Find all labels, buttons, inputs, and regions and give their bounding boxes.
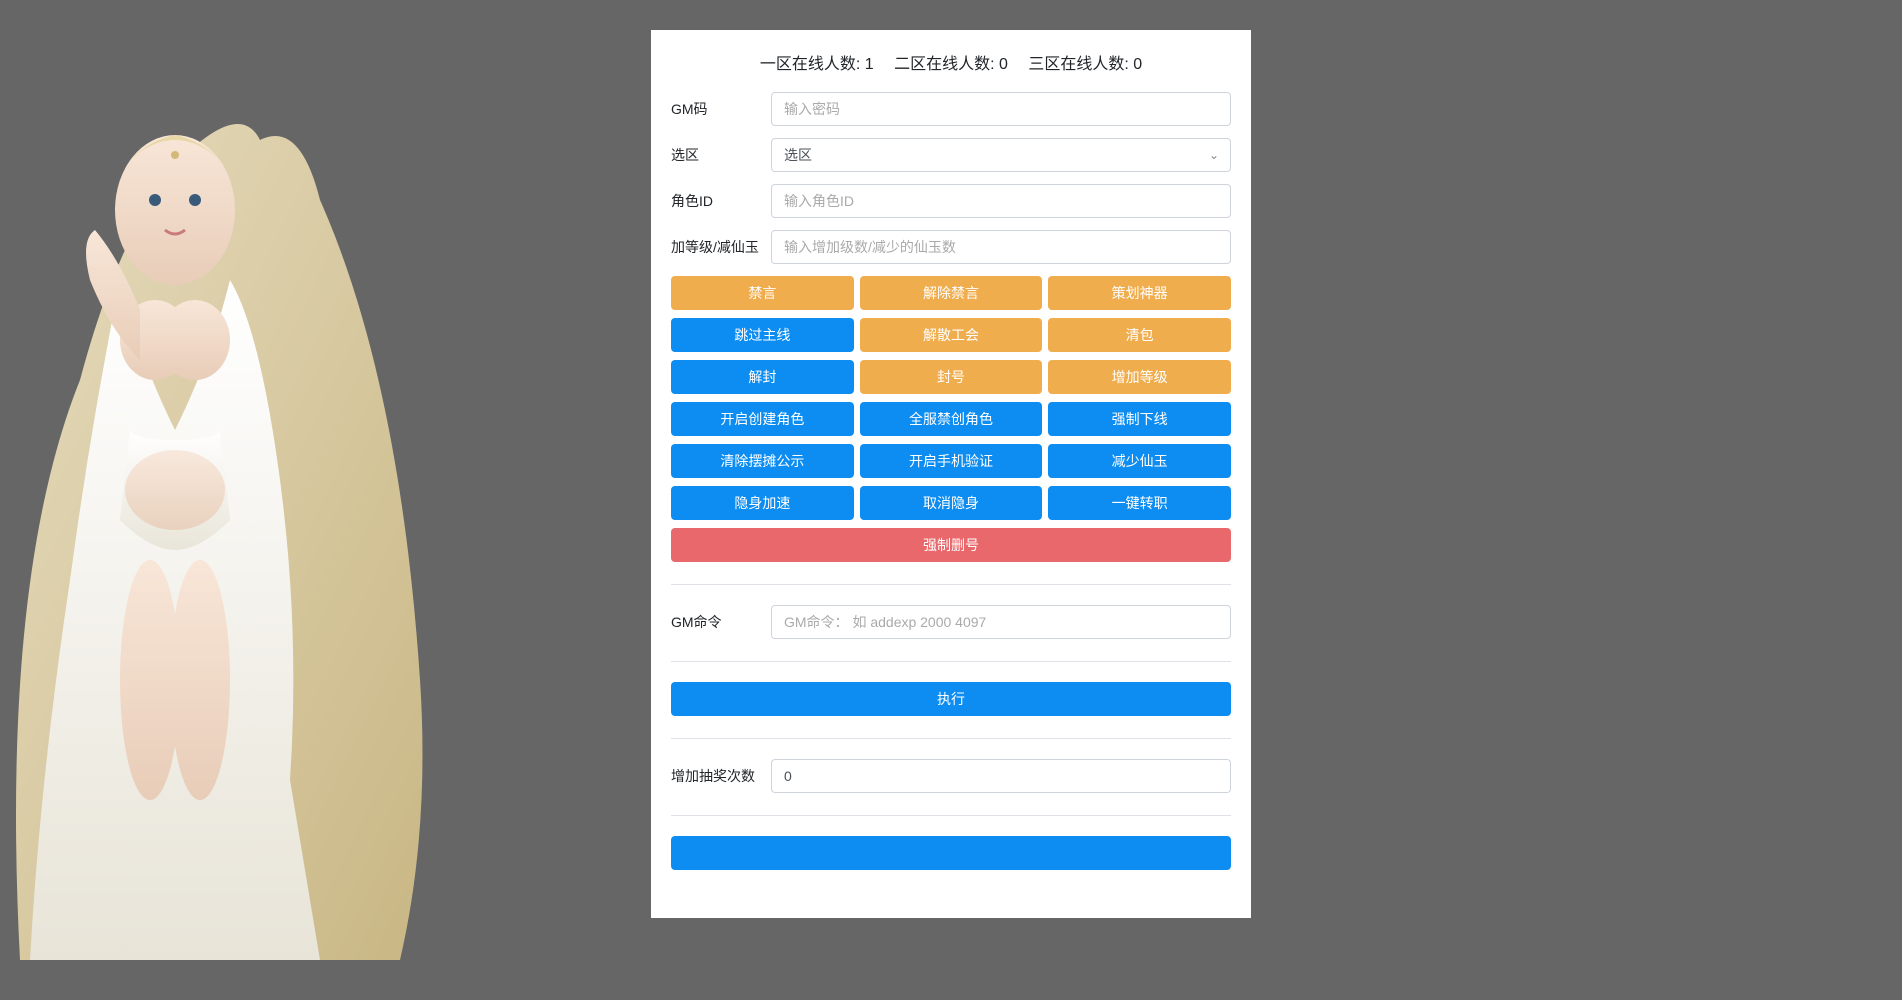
lottery-execute-button[interactable] [671,836,1231,870]
divider [671,661,1231,662]
force-offline-button[interactable]: 强制下线 [1048,402,1231,436]
zone2-online: 二区在线人数: 0 [894,56,1012,73]
level-jade-label: 加等级/减仙玉 [671,237,771,257]
online-stats: 一区在线人数: 1 二区在线人数: 0 三区在线人数: 0 [671,50,1231,74]
chevron-down-icon: ⌄ [1209,148,1219,162]
gm-code-label: GM码 [671,99,771,119]
planner-artifact-button[interactable]: 策划神器 [1048,276,1231,310]
disband-guild-button[interactable]: 解散工会 [860,318,1043,352]
admin-panel: 一区在线人数: 1 二区在线人数: 0 三区在线人数: 0 GM码 选区 选区 … [651,30,1251,918]
gm-command-label: GM命令 [671,612,771,632]
clear-stall-notice-button[interactable]: 清除摆摊公示 [671,444,854,478]
gm-code-input[interactable] [771,92,1231,126]
gm-command-input[interactable] [771,605,1231,639]
zone-select[interactable]: 选区 [771,138,1231,172]
divider [671,815,1231,816]
ban-button[interactable]: 封号 [860,360,1043,394]
force-delete-account-button[interactable]: 强制删号 [671,528,1231,562]
role-id-input[interactable] [771,184,1231,218]
role-id-label: 角色ID [671,191,771,211]
add-level-button[interactable]: 增加等级 [1048,360,1231,394]
onekey-jobchange-button[interactable]: 一键转职 [1048,486,1231,520]
zone3-online: 三区在线人数: 0 [1028,56,1142,73]
stealth-speed-button[interactable]: 隐身加速 [671,486,854,520]
cancel-stealth-button[interactable]: 取消隐身 [860,486,1043,520]
enable-phone-verify-button[interactable]: 开启手机验证 [860,444,1043,478]
zone-label: 选区 [671,145,771,165]
reduce-jade-button[interactable]: 减少仙玉 [1048,444,1231,478]
divider [671,584,1231,585]
zone1-online: 一区在线人数: 1 [760,56,878,73]
clear-bag-button[interactable]: 清包 [1048,318,1231,352]
mute-button[interactable]: 禁言 [671,276,854,310]
skip-mainline-button[interactable]: 跳过主线 [671,318,854,352]
unmute-button[interactable]: 解除禁言 [860,276,1043,310]
execute-button[interactable]: 执行 [671,682,1231,716]
disable-create-role-button[interactable]: 全服禁创角色 [860,402,1043,436]
unban-button[interactable]: 解封 [671,360,854,394]
divider [671,738,1231,739]
enable-create-role-button[interactable]: 开启创建角色 [671,402,854,436]
character-illustration [0,80,430,960]
lottery-count-label: 增加抽奖次数 [671,766,771,786]
level-jade-input[interactable] [771,230,1231,264]
lottery-count-input[interactable] [771,759,1231,793]
